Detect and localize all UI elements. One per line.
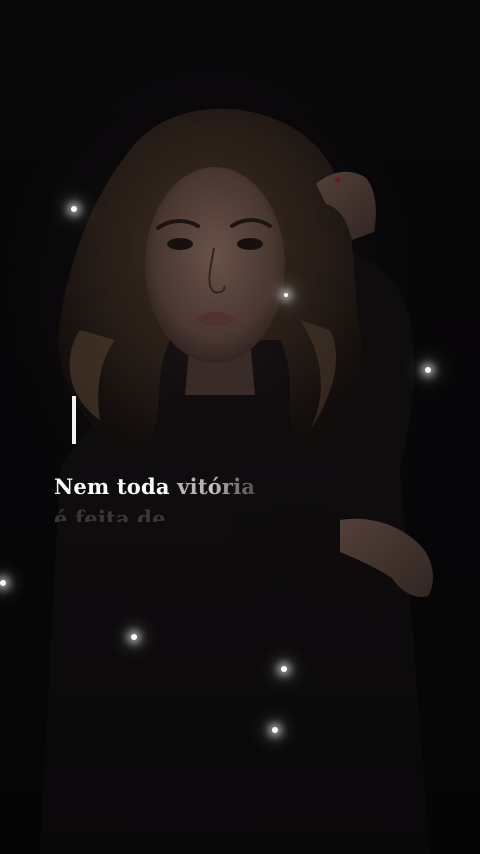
- sparkle-light: [71, 206, 77, 212]
- sparkle-light: [131, 634, 137, 640]
- video-frame: Nem toda vitória é feita de: [0, 0, 480, 854]
- sparkle-light: [284, 293, 288, 297]
- caption-word: toda: [116, 474, 170, 499]
- sparkle-light: [0, 580, 6, 586]
- slide-counter-number: [72, 396, 76, 444]
- caption-word: Nem: [54, 474, 110, 499]
- caption-line-2-fading: é feita de: [54, 506, 166, 522]
- animated-caption: Nem toda vitória é feita de: [54, 472, 255, 522]
- caption-word-part: vit: [177, 474, 208, 499]
- caption-line-1: Nem toda vitória: [54, 472, 255, 502]
- caption-word-part: ória: [207, 474, 256, 499]
- sparkle-light: [425, 367, 431, 373]
- sparkle-light: [281, 666, 287, 672]
- sparkle-light: [272, 727, 278, 733]
